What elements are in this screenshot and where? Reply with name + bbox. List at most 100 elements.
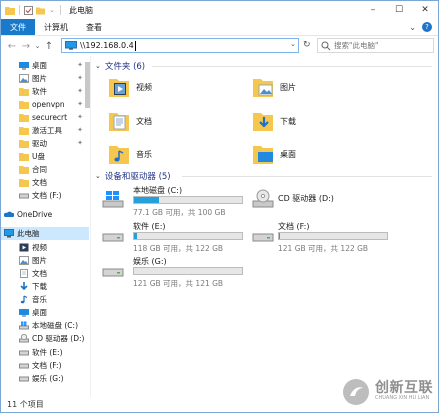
quick-access-dropdown[interactable]: ⌄	[48, 3, 56, 17]
folder-pictures[interactable]: 图片	[252, 76, 296, 98]
drive-c[interactable]: 本地磁盘 (C:) 77.1 GB 可用，共 100 GB	[102, 185, 252, 217]
sidebar-item[interactable]: securecrt ✦	[1, 111, 89, 124]
divider	[152, 66, 432, 67]
tab-view[interactable]: 查看	[77, 19, 111, 35]
this-pc-icon	[65, 41, 77, 50]
recent-locations-button[interactable]: ⌄	[33, 39, 42, 53]
folder-downloads[interactable]: 下载	[252, 110, 296, 132]
drive-e[interactable]: 软件 (E:) 118 GB 可用，共 122 GB	[102, 221, 252, 253]
refresh-button[interactable]: ↻	[303, 40, 313, 50]
item-count: 11 个项目	[7, 399, 44, 409]
sidebar-item[interactable]: 文档	[1, 176, 89, 189]
sidebar-item[interactable]: 此电脑	[1, 227, 89, 240]
sidebar-item[interactable]: CD 驱动器 (D:)	[1, 332, 89, 345]
tile-label: 桌面	[280, 149, 296, 159]
folder-desktop[interactable]: 桌面	[252, 143, 296, 165]
drive-d[interactable]: CD 驱动器 (D:)	[252, 185, 402, 217]
properties-icon[interactable]	[24, 5, 33, 15]
forward-button[interactable]: →	[19, 39, 33, 53]
help-icon[interactable]: ?	[422, 22, 432, 32]
sidebar-item[interactable]: 合同	[1, 163, 89, 176]
drive-f[interactable]: 文档 (F:) 121 GB 可用，共 122 GB	[252, 221, 402, 253]
sidebar-item-label: securecrt	[32, 113, 68, 122]
sidebar-item[interactable]: 文档 (F:)	[1, 189, 89, 202]
cd-drive-icon	[19, 334, 29, 343]
sidebar-item[interactable]: 软件 (E:)	[1, 346, 89, 359]
search-box[interactable]	[317, 38, 434, 53]
tile-label: 图片	[280, 82, 296, 92]
folder-icon	[19, 88, 29, 96]
pin-icon[interactable]: ✦	[77, 126, 83, 134]
folders-group-title: 文件夹 (6)	[104, 62, 146, 72]
sidebar-item-label: 桌面	[32, 61, 47, 70]
back-button[interactable]: ←	[5, 39, 19, 53]
sidebar-item[interactable]: 图片 ✦	[1, 72, 89, 85]
pin-icon[interactable]: ✦	[77, 61, 83, 69]
sidebar-item[interactable]: 音乐	[1, 293, 89, 306]
ribbon-right: ⌄ ?	[409, 19, 438, 35]
cd-drive-icon	[252, 189, 274, 208]
sidebar-item-label: 合同	[32, 165, 47, 174]
drive-free-space: 121 GB 可用，共 122 GB	[278, 244, 369, 253]
pin-icon[interactable]: ✦	[77, 87, 83, 95]
text-cursor	[134, 40, 136, 51]
sidebar-item[interactable]: 文档	[1, 267, 89, 280]
sidebar-item[interactable]: 软件 ✦	[1, 85, 89, 98]
tab-file[interactable]: 文件	[1, 19, 35, 35]
sidebar-item-label: OneDrive	[17, 210, 53, 219]
collapse-chevron-icon: ⌄	[95, 62, 101, 70]
window-controls: – ☐ ✕	[360, 1, 438, 19]
drive-icon	[19, 376, 29, 382]
folder-music[interactable]: 音乐	[108, 143, 152, 165]
drive-icon	[102, 268, 124, 277]
downloads-folder-icon	[253, 113, 273, 131]
drive-g[interactable]: 娱乐 (G:) 121 GB 可用，共 121 GB	[102, 256, 252, 288]
sidebar-item-label: 音乐	[32, 295, 47, 304]
pin-icon[interactable]: ✦	[77, 113, 83, 121]
sidebar-item[interactable]: 驱动 ✦	[1, 137, 89, 150]
sidebar-item[interactable]: 桌面	[1, 306, 89, 319]
sidebar-item[interactable]: 激活工具 ✦	[1, 124, 89, 137]
search-input[interactable]	[334, 41, 429, 50]
sidebar-item-label: 软件	[32, 87, 47, 96]
sidebar-item[interactable]: 图片	[1, 254, 89, 267]
up-button[interactable]: ↑	[42, 39, 56, 53]
sidebar-item[interactable]: 娱乐 (G:)	[1, 372, 89, 385]
pin-icon[interactable]: ✦	[77, 139, 83, 147]
sidebar-item-label: 文档	[32, 178, 47, 187]
expand-ribbon-button[interactable]: ⌄	[409, 23, 416, 32]
sidebar-item-label: 文档	[32, 269, 47, 278]
close-button[interactable]: ✕	[412, 1, 438, 19]
sidebar-item-label: 桌面	[32, 308, 47, 317]
folders-group-header[interactable]: ⌄ 文件夹 (6)	[95, 60, 145, 72]
sidebar-item[interactable]: openvpn ✦	[1, 98, 89, 111]
pictures-folder-icon	[253, 79, 273, 97]
nav-scrollbar[interactable]	[85, 56, 90, 397]
folder-documents[interactable]: 文档	[108, 110, 152, 132]
drives-group-header[interactable]: ⌄ 设备和驱动器 (5)	[95, 170, 171, 182]
sidebar-item[interactable]: U盘	[1, 150, 89, 163]
drive-usage-bar	[133, 267, 243, 275]
divider	[182, 176, 432, 177]
folder-videos[interactable]: 视频	[108, 76, 152, 98]
drive-usage-bar	[133, 196, 243, 204]
minimize-button[interactable]: –	[360, 1, 386, 19]
sidebar-item[interactable]: 文档 (F:)	[1, 359, 89, 372]
divider	[60, 5, 61, 15]
maximize-button[interactable]: ☐	[386, 1, 412, 19]
sidebar-item[interactable]: OneDrive	[1, 208, 89, 221]
drive-label: 本地磁盘 (C:)	[133, 186, 183, 195]
pin-icon[interactable]: ✦	[77, 74, 83, 82]
sidebar-item[interactable]: 视频	[1, 241, 89, 254]
new-folder-icon[interactable]	[36, 6, 45, 15]
scrollbar-thumb[interactable]	[85, 62, 90, 108]
address-dropdown-button[interactable]: ⌄	[290, 40, 296, 48]
tab-computer[interactable]: 计算机	[35, 19, 77, 35]
address-bar[interactable]: \\192.168.0.4 ⌄	[61, 38, 299, 53]
pin-icon[interactable]: ✦	[77, 100, 83, 108]
sidebar-item[interactable]: 本地磁盘 (C:)	[1, 319, 89, 332]
usage-fill	[134, 197, 159, 203]
sidebar-item[interactable]: 桌面 ✦	[1, 59, 89, 72]
sidebar-item[interactable]: 下载	[1, 280, 89, 293]
drive-free-space: 77.1 GB 可用，共 100 GB	[133, 208, 226, 217]
